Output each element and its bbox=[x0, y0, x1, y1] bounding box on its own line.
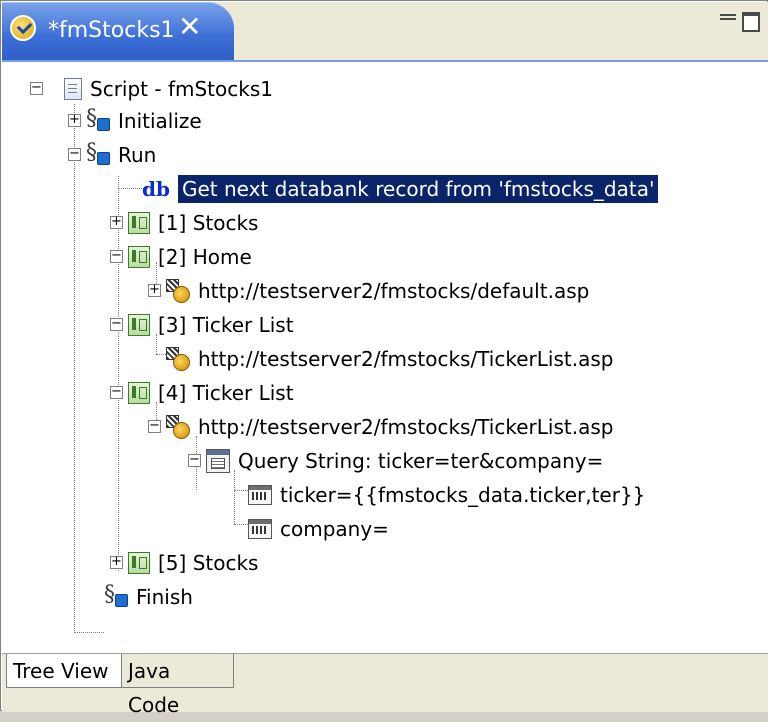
tree-connector bbox=[118, 176, 119, 571]
tree-item-home-2[interactable]: [2] Home bbox=[128, 240, 252, 274]
page-step-icon bbox=[128, 382, 150, 404]
tree-connector bbox=[74, 632, 104, 633]
url-icon bbox=[166, 347, 190, 371]
view-tab-bar: Tree View Java Code bbox=[2, 653, 768, 717]
script-icon bbox=[10, 15, 36, 41]
tree-item-label: http://testserver2/fmstocks/TickerList.a… bbox=[198, 415, 614, 439]
tree-connector bbox=[234, 524, 248, 525]
tree-item-label: [3] Ticker List bbox=[158, 313, 294, 337]
tree-item-label: company= bbox=[280, 517, 389, 541]
tree-connector bbox=[74, 104, 75, 631]
tree-item-label: http://testserver2/fmstocks/TickerList.a… bbox=[198, 347, 614, 371]
editor-header: *fmStocks1 ✕ bbox=[2, 2, 768, 60]
tree-item-label: [5] Stocks bbox=[158, 551, 259, 575]
tree-item-label: Run bbox=[118, 143, 157, 167]
collapse-icon[interactable]: − bbox=[30, 81, 43, 95]
tab-tree-view[interactable]: Tree View bbox=[6, 654, 122, 688]
tree-item-param-ticker[interactable]: ticker={{fmstocks_data.ticker,ter}} bbox=[248, 478, 645, 512]
tree-item-ticker-list-3-url[interactable]: http://testserver2/fmstocks/TickerList.a… bbox=[166, 342, 613, 376]
url-icon bbox=[166, 415, 190, 439]
procedure-icon bbox=[86, 140, 110, 166]
tree-item-label: [1] Stocks bbox=[158, 211, 259, 235]
expand-icon[interactable]: + bbox=[148, 283, 161, 297]
tree-item-label: [4] Ticker List bbox=[158, 381, 294, 405]
databank-icon: db bbox=[142, 177, 170, 201]
tree-item-label: Get next databank record from 'fmstocks_… bbox=[176, 174, 660, 204]
query-string-icon bbox=[206, 449, 230, 473]
collapse-icon[interactable]: − bbox=[110, 385, 123, 399]
editor-tab[interactable]: *fmStocks1 ✕ bbox=[2, 2, 234, 60]
tree-item-finish[interactable]: Finish bbox=[104, 580, 193, 614]
tree-item-ticker-list-3[interactable]: [3] Ticker List bbox=[128, 308, 294, 342]
tree-item-label: Initialize bbox=[118, 109, 202, 133]
script-tree[interactable]: − Script - fmStocks1 + Initialize − Run … bbox=[2, 60, 768, 655]
tree-connector bbox=[234, 470, 235, 524]
tree-item-label: http://testserver2/fmstocks/default.asp bbox=[198, 279, 590, 303]
expand-icon[interactable]: + bbox=[68, 113, 81, 127]
parameter-icon bbox=[248, 485, 272, 505]
expand-icon[interactable]: + bbox=[110, 215, 123, 229]
procedure-icon bbox=[104, 582, 128, 608]
tree-item-databank[interactable]: db Get next databank record from 'fmstoc… bbox=[142, 172, 660, 206]
maximize-icon[interactable] bbox=[742, 12, 760, 32]
script-page-icon bbox=[64, 78, 82, 100]
collapse-icon[interactable]: − bbox=[148, 419, 161, 433]
tree-item-home-url[interactable]: http://testserver2/fmstocks/default.asp bbox=[166, 274, 589, 308]
tree-item-ticker-list-4-url[interactable]: http://testserver2/fmstocks/TickerList.a… bbox=[166, 410, 613, 444]
page-step-icon bbox=[128, 246, 150, 268]
tree-root-label: Script - fmStocks1 bbox=[90, 77, 273, 101]
minimize-icon[interactable] bbox=[720, 14, 736, 20]
collapse-icon[interactable]: − bbox=[110, 249, 123, 263]
tree-item-stocks-5[interactable]: [5] Stocks bbox=[128, 546, 258, 580]
parameter-icon bbox=[248, 519, 272, 539]
tree-item-ticker-list-4[interactable]: [4] Ticker List bbox=[128, 376, 294, 410]
tree-item-label: [2] Home bbox=[158, 245, 252, 269]
tab-title: *fmStocks1 bbox=[48, 18, 175, 43]
page-step-icon bbox=[128, 314, 150, 336]
tree-item-stocks-1[interactable]: [1] Stocks bbox=[128, 206, 258, 240]
tab-java-code[interactable]: Java Code bbox=[122, 654, 234, 717]
tree-connector bbox=[156, 354, 166, 355]
tree-item-run[interactable]: Run bbox=[86, 138, 156, 172]
page-step-icon bbox=[128, 552, 150, 574]
tree-item-label: ticker={{fmstocks_data.ticker,ter}} bbox=[280, 483, 646, 507]
url-icon bbox=[166, 279, 190, 303]
tree-item-param-company[interactable]: company= bbox=[248, 512, 389, 546]
tree-item-query-string[interactable]: Query String: ticker=ter&company= bbox=[206, 444, 603, 478]
editor-window: *fmStocks1 ✕ − Script - fmStocks1 + Init… bbox=[0, 0, 768, 717]
tree-item-initialize[interactable]: Initialize bbox=[86, 104, 202, 138]
procedure-icon bbox=[86, 106, 110, 132]
collapse-icon[interactable]: − bbox=[68, 147, 81, 161]
page-step-icon bbox=[128, 212, 150, 234]
collapse-icon[interactable]: − bbox=[188, 453, 201, 467]
tree-item-label: Finish bbox=[136, 585, 193, 609]
expand-icon[interactable]: + bbox=[110, 555, 123, 569]
close-icon[interactable]: ✕ bbox=[178, 13, 201, 41]
tree-item-label: Query String: ticker=ter&company= bbox=[238, 449, 604, 473]
tree-root[interactable]: Script - fmStocks1 bbox=[64, 72, 273, 106]
tree-connector bbox=[234, 490, 248, 491]
collapse-icon[interactable]: − bbox=[110, 317, 123, 331]
